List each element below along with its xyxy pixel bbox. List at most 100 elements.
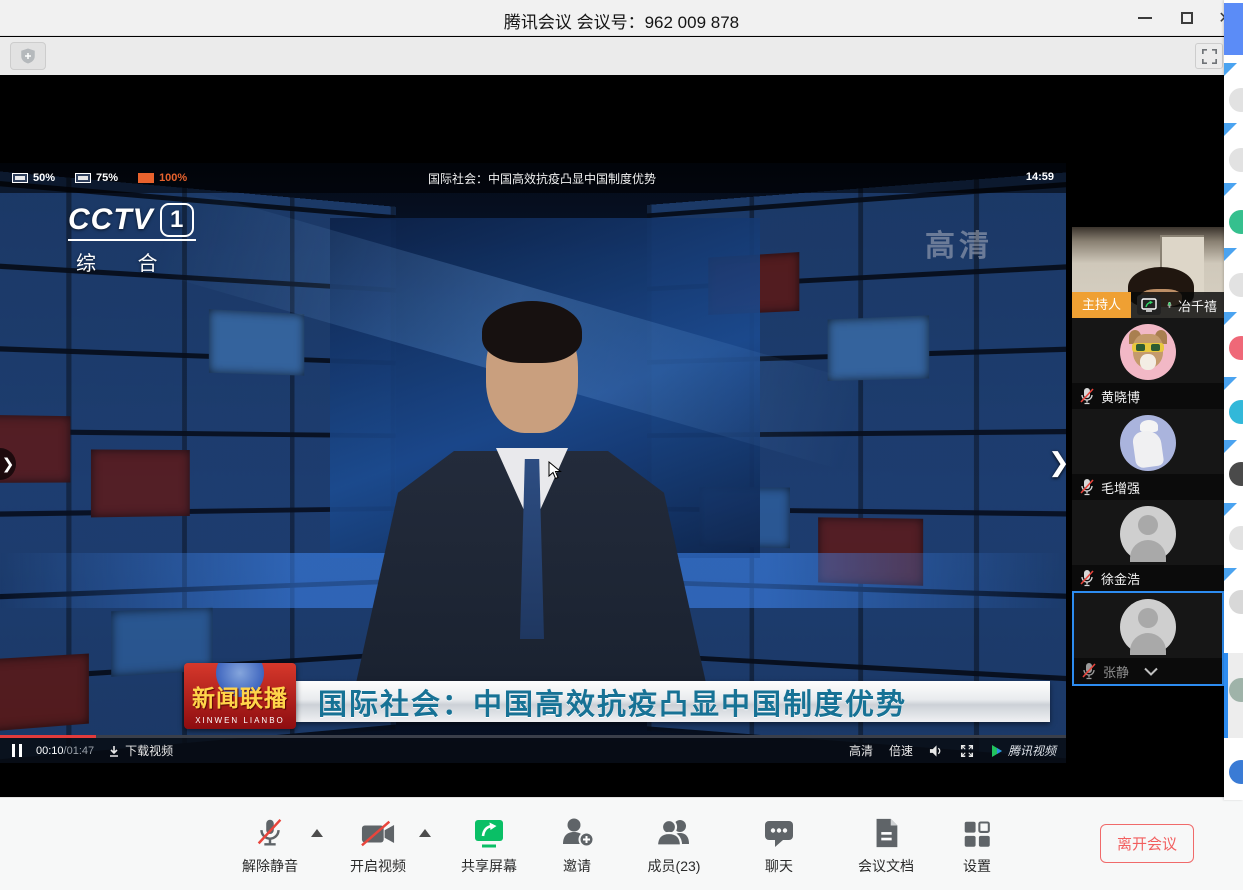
avatar <box>1120 415 1176 471</box>
participant-tile-host[interactable]: 主持人 冶千禧 <box>1072 227 1224 318</box>
channel-number-badge: 1 <box>160 203 194 237</box>
chevron-down-icon[interactable] <box>1143 667 1159 676</box>
mic-muted-icon <box>1079 478 1095 496</box>
strip-item-circle <box>1229 88 1243 112</box>
volume-icon[interactable] <box>929 744 944 758</box>
quality-button[interactable]: 高清 <box>849 742 873 759</box>
fullscreen-icon <box>1202 49 1217 64</box>
participant-name: 冶千禧 <box>1178 296 1217 315</box>
sharing-monitor-icon <box>1141 298 1157 312</box>
zoom-option-50[interactable]: 50% <box>12 172 55 184</box>
meeting-sub-toolbar <box>0 37 1243 75</box>
mouse-cursor <box>548 461 562 481</box>
share-screen-icon <box>471 815 507 851</box>
strip-item-circle <box>1229 590 1243 614</box>
zoom-rect-icon <box>138 173 154 183</box>
settings-button[interactable]: 设置 <box>940 811 1014 876</box>
invite-person-icon <box>559 815 595 851</box>
video-options-caret[interactable] <box>419 829 431 837</box>
zoom-rect-icon <box>75 173 91 183</box>
player-fullscreen-icon[interactable] <box>960 744 974 758</box>
zoom-option-75[interactable]: 75% <box>75 172 118 184</box>
strip-item-tri <box>1224 440 1237 453</box>
news-headline-banner: 国际社会：中国高效抗疫凸显中国制度优势 <box>296 681 1050 722</box>
participant-name: 黄晓博 <box>1101 387 1140 406</box>
maximize-button[interactable] <box>1167 0 1207 36</box>
host-badge: 主持人 <box>1072 292 1131 318</box>
zoom-level-options: 50% 75% 100% <box>12 172 187 184</box>
xinwen-lianbo-logo: 新闻联播 XINWEN LIANBO <box>184 663 296 729</box>
participant-name: 毛增强 <box>1101 478 1140 497</box>
chat-bubble-icon <box>761 815 797 851</box>
members-button[interactable]: 成员(23) <box>628 811 720 876</box>
protection-button[interactable] <box>10 42 46 70</box>
shared-screen-video[interactable]: 50% 75% 100% 国际社会：中国高效抗疫凸显中国制度优势 14:59 C… <box>0 163 1066 763</box>
minimize-button[interactable] <box>1125 0 1165 36</box>
mic-muted-icon <box>1079 569 1095 587</box>
participant-tile[interactable]: 徐金浩 <box>1072 500 1224 591</box>
strip-item-bar <box>1224 3 1243 55</box>
strip-item-circle <box>1229 273 1243 297</box>
tencent-video-brand: 腾讯视频 <box>990 742 1056 759</box>
meeting-stage: 50% 75% 100% 国际社会：中国高效抗疫凸显中国制度优势 14:59 C… <box>0 75 1243 797</box>
participant-name: 张静 <box>1103 662 1129 681</box>
download-icon <box>108 745 120 757</box>
download-video-button[interactable]: 下载视频 <box>108 742 173 759</box>
strip-item-circle <box>1229 336 1243 360</box>
start-video-button[interactable]: 开启视频 <box>333 811 423 876</box>
meeting-toolbar: 解除静音 开启视频 共享屏幕 邀请 成员(23) 聊天 <box>0 797 1243 890</box>
participant-tile-selected[interactable]: 张静 <box>1072 591 1224 686</box>
unmute-button[interactable]: 解除静音 <box>225 811 315 876</box>
strip-item-circle <box>1229 210 1243 234</box>
cctv-channel-logo: CCTV 1 综 合 <box>68 203 196 276</box>
avatar <box>1120 506 1176 562</box>
video-player-bar: 00:10/01:47 下载视频 高清 倍速 腾讯视频 <box>0 735 1066 763</box>
mic-muted-icon <box>1081 662 1097 680</box>
screen-sharing-indicator <box>1137 295 1161 315</box>
strip-item-circle <box>1229 760 1243 784</box>
mic-on-icon <box>1167 296 1172 314</box>
share-screen-button[interactable]: 共享屏幕 <box>448 811 530 876</box>
strip-item-tri <box>1224 503 1237 516</box>
page-right-arrow[interactable]: ❯ <box>1048 447 1070 478</box>
video-top-overlay: 50% 75% 100% 国际社会：中国高效抗疫凸显中国制度优势 14:59 <box>0 163 1066 193</box>
background-window-strip <box>1224 0 1243 800</box>
invite-button[interactable]: 邀请 <box>538 811 616 876</box>
title-bar: 腾讯会议 会议号：962 009 878 ✕ <box>0 0 1243 36</box>
leave-meeting-button[interactable]: 离开会议 <box>1100 824 1194 863</box>
strip-item-tri <box>1224 183 1237 196</box>
members-icon <box>654 815 694 851</box>
strip-item-circle <box>1229 526 1243 550</box>
hd-watermark: 高清 <box>925 221 993 265</box>
zoom-option-100[interactable]: 100% <box>138 172 187 184</box>
broadcast-clock: 14:59 <box>1026 171 1054 183</box>
mute-options-caret[interactable] <box>311 829 323 837</box>
strip-item-circle <box>1229 148 1243 172</box>
headline-text: 国际社会：中国高效抗疫凸显中国制度优势 <box>296 681 907 723</box>
zoom-rect-icon <box>12 173 28 183</box>
chat-button[interactable]: 聊天 <box>742 811 816 876</box>
participant-tile[interactable]: 毛增强 <box>1072 409 1224 500</box>
strip-item-tri <box>1224 377 1237 390</box>
player-time: 00:10/01:47 <box>36 745 94 757</box>
avatar <box>1120 599 1176 655</box>
strip-item-circle <box>1229 462 1243 486</box>
news-anchor-hair <box>482 301 582 363</box>
avatar <box>1120 324 1176 380</box>
mic-muted-icon <box>253 815 287 851</box>
document-icon <box>869 815 903 851</box>
shield-plus-icon <box>19 47 37 65</box>
meeting-docs-button[interactable]: 会议文档 <box>840 811 932 876</box>
window-title: 腾讯会议 会议号：962 009 878 <box>0 8 1243 33</box>
speed-button[interactable]: 倍速 <box>889 742 913 759</box>
video-top-caption: 国际社会：中国高效抗疫凸显中国制度优势 <box>428 170 656 187</box>
strip-item-tri <box>1224 248 1237 261</box>
participant-tile[interactable]: 黄晓博 <box>1072 318 1224 409</box>
fullscreen-button[interactable] <box>1195 43 1223 69</box>
pause-button[interactable] <box>12 744 22 757</box>
play-logo-icon <box>990 744 1004 758</box>
settings-grid-icon <box>960 817 994 851</box>
participant-name: 徐金浩 <box>1101 569 1140 588</box>
camera-muted-icon <box>359 817 397 851</box>
strip-item-tri <box>1224 568 1237 581</box>
